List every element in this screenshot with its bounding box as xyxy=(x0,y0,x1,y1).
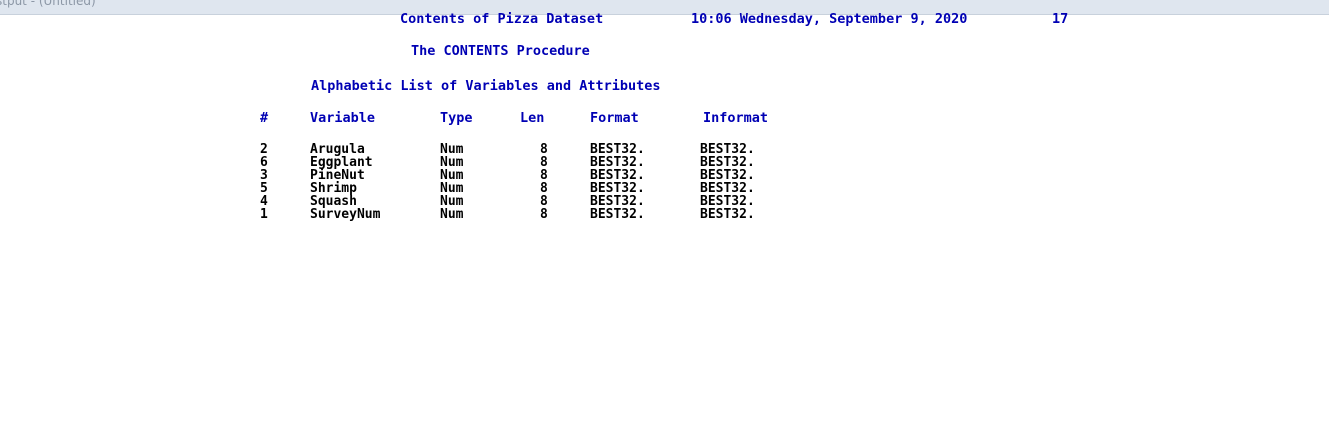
table-cell-format: BEST32. xyxy=(590,194,645,209)
table-cell-len: 8 xyxy=(540,194,548,209)
table-cell-format: BEST32. xyxy=(590,155,645,170)
table-cell-len: 8 xyxy=(540,155,548,170)
table-cell-format: BEST32. xyxy=(590,168,645,183)
column-header-len: Len xyxy=(520,110,545,126)
table-cell-number: 6 xyxy=(260,155,268,170)
column-header-number: # xyxy=(260,110,269,126)
table-cell-type: Num xyxy=(440,142,464,157)
window-title-bar[interactable]: stput - (Untitled) xyxy=(0,0,1329,15)
table-cell-informat: BEST32. xyxy=(700,155,755,170)
table-cell-len: 8 xyxy=(540,181,548,196)
table-cell-informat: BEST32. xyxy=(700,207,755,222)
table-cell-len: 8 xyxy=(540,168,548,183)
table-cell-variable: PineNut xyxy=(310,168,365,183)
section-title: Alphabetic List of Variables and Attribu… xyxy=(311,78,661,94)
table-cell-number: 3 xyxy=(260,168,268,183)
table-cell-type: Num xyxy=(440,155,464,170)
table-cell-number: 1 xyxy=(260,207,268,222)
table-cell-informat: BEST32. xyxy=(700,168,755,183)
table-cell-format: BEST32. xyxy=(590,142,645,157)
table-cell-informat: BEST32. xyxy=(700,194,755,209)
header-datetime: 10:06 Wednesday, September 9, 2020 xyxy=(691,11,968,27)
column-header-type: Type xyxy=(440,110,473,126)
table-cell-variable: SurveyNum xyxy=(310,207,381,222)
table-cell-type: Num xyxy=(440,194,464,209)
table-cell-informat: BEST32. xyxy=(700,142,755,157)
table-cell-number: 4 xyxy=(260,194,268,209)
header-page-number: 17 xyxy=(1052,11,1069,27)
table-cell-type: Num xyxy=(440,181,464,196)
header-title: Contents of Pizza Dataset xyxy=(400,11,604,27)
table-cell-number: 2 xyxy=(260,142,268,157)
table-cell-variable: Eggplant xyxy=(310,155,373,170)
table-cell-variable: Squash xyxy=(310,194,357,209)
table-cell-type: Num xyxy=(440,207,464,222)
column-header-format: Format xyxy=(590,110,639,126)
procedure-title: The CONTENTS Procedure xyxy=(411,43,590,59)
window-title: stput - (Untitled) xyxy=(0,0,96,8)
column-header-informat: Informat xyxy=(703,110,769,126)
table-cell-type: Num xyxy=(440,168,464,183)
table-cell-format: BEST32. xyxy=(590,207,645,222)
table-cell-len: 8 xyxy=(540,207,548,222)
table-cell-format: BEST32. xyxy=(590,181,645,196)
table-cell-len: 8 xyxy=(540,142,548,157)
table-cell-variable: Arugula xyxy=(310,142,365,157)
table-cell-informat: BEST32. xyxy=(700,181,755,196)
column-header-variable: Variable xyxy=(310,110,376,126)
table-cell-variable: Shrimp xyxy=(310,181,357,196)
table-cell-number: 5 xyxy=(260,181,268,196)
